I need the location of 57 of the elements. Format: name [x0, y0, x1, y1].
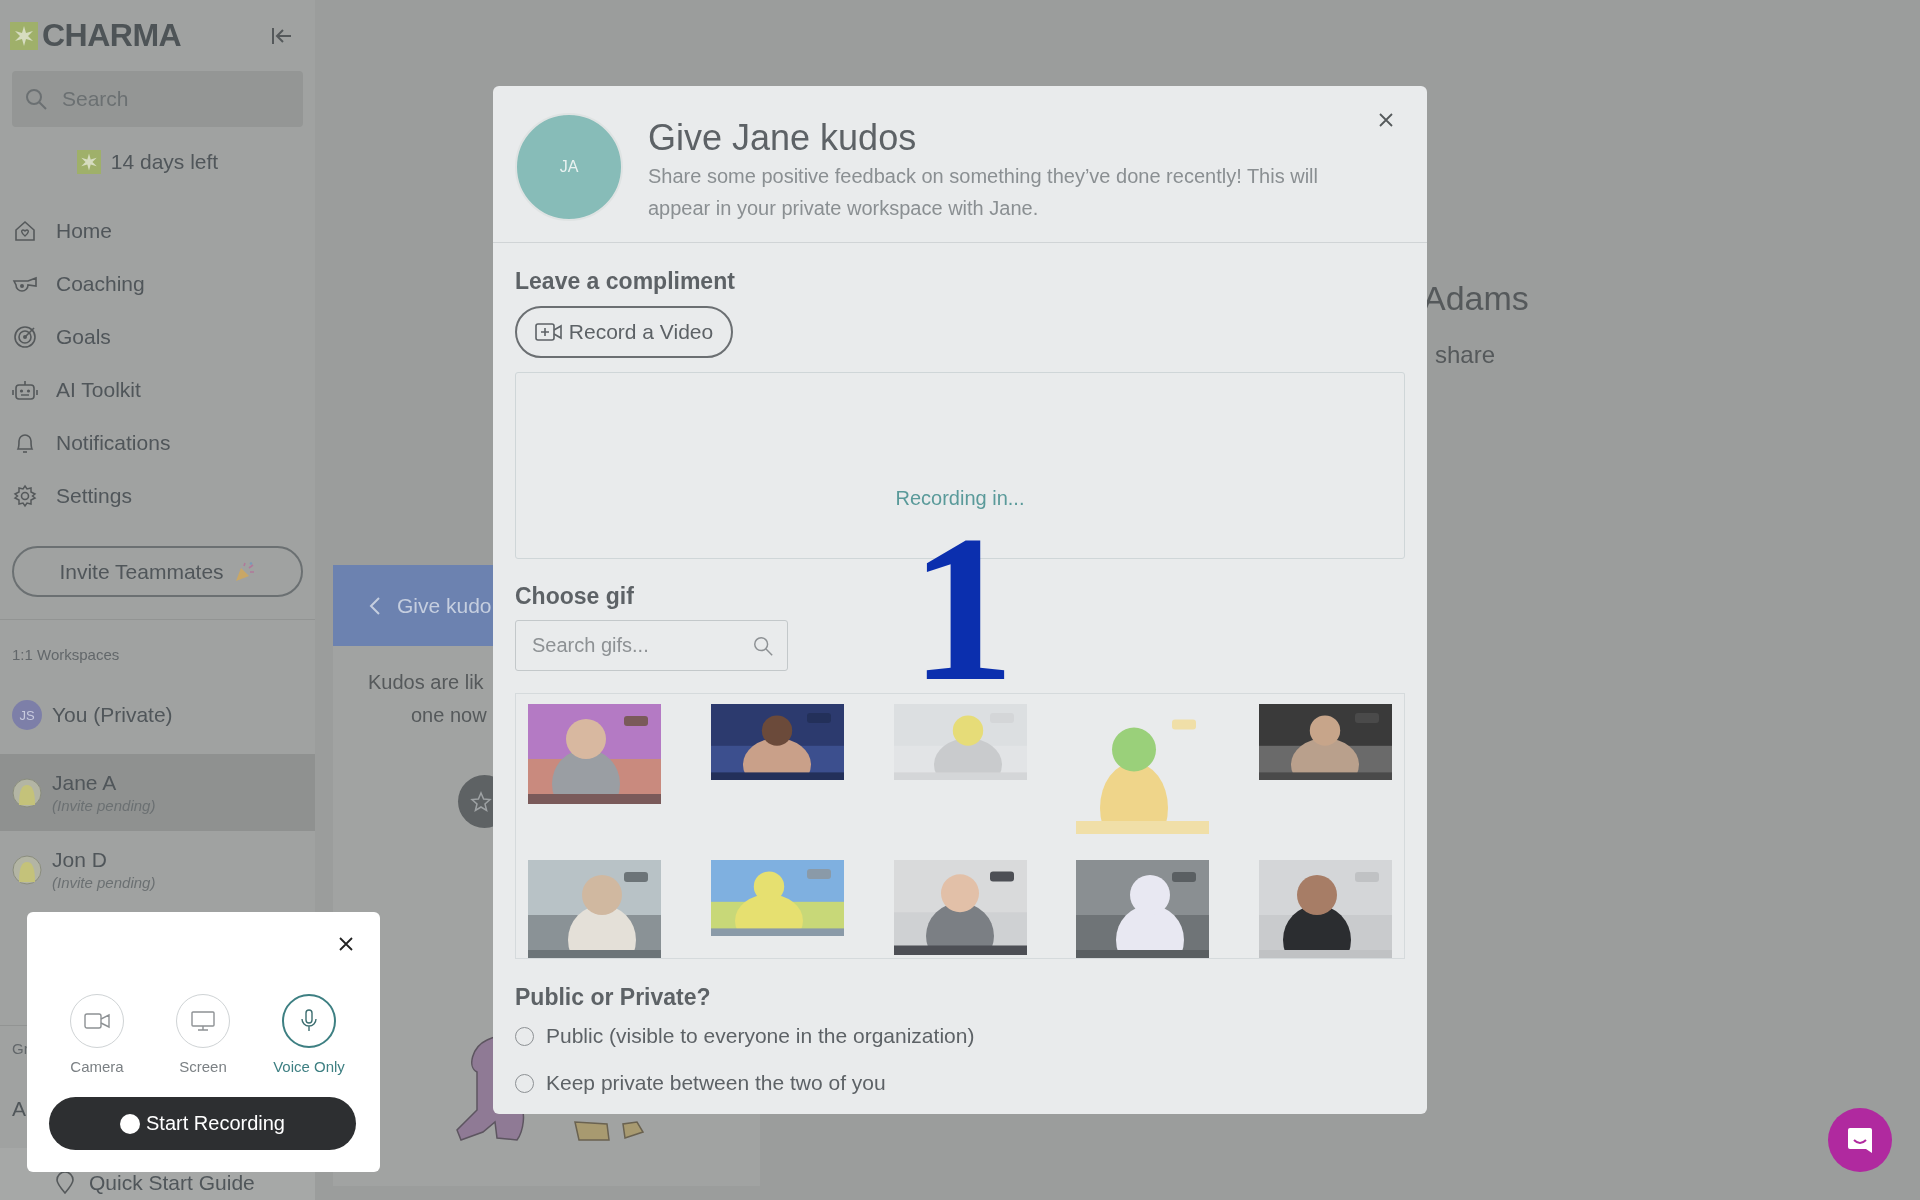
nav-item[interactable]: Goals	[12, 310, 303, 363]
settings-icon	[12, 483, 38, 508]
microphone-icon	[300, 1009, 318, 1033]
avatar-icon	[12, 777, 42, 808]
collapse-icon[interactable]	[271, 25, 293, 46]
home-icon	[12, 218, 38, 243]
page-heading: Adams	[1423, 278, 1530, 319]
page-subheading: share	[1435, 340, 1497, 370]
radio-option[interactable]: Keep private between the two of you	[515, 1068, 886, 1098]
recording-mode-button[interactable]	[282, 994, 336, 1048]
section-label: Leave a compliment	[515, 267, 735, 296]
workspace-item[interactable]: JS You (Private)	[0, 690, 315, 740]
map-pin-icon	[55, 1172, 75, 1194]
section-heading: 1:1 Workspaces	[12, 646, 121, 664]
countdown-number: 1	[910, 535, 1015, 682]
panel-text: Kudos are lik	[368, 670, 484, 695]
nav-item[interactable]: Notifications	[12, 416, 303, 469]
recording-mode-label: Camera	[70, 1058, 124, 1076]
target-icon	[12, 324, 38, 349]
nav-item[interactable]: Settings	[12, 469, 303, 522]
monitor-icon	[191, 1010, 215, 1032]
dialog-description: Share some positive feedback on something they’ve done recently! This will appear in your private workspace with Jane.	[648, 164, 1319, 221]
chat-icon	[1845, 1125, 1875, 1155]
camera-icon	[84, 1012, 110, 1030]
recording-status: Recording in...	[895, 486, 1025, 511]
section-label: Choose gif	[515, 582, 634, 611]
section-label: Public or Private?	[515, 983, 711, 1012]
back-icon[interactable]	[369, 595, 381, 616]
dialog-title: Give Jane kudos	[648, 116, 918, 160]
party-popper-icon	[233, 560, 256, 583]
logo: CHARMA	[42, 17, 182, 54]
panel-title: Give kudo	[397, 593, 492, 618]
avatar: JA	[515, 113, 623, 221]
sidebar-item: A	[12, 1096, 27, 1122]
avatar: JS	[12, 700, 42, 730]
search-icon	[752, 635, 774, 657]
recording-mode-label: Voice Only	[273, 1058, 345, 1076]
nav-item[interactable]: AI Toolkit	[12, 363, 303, 416]
start-recording-button[interactable]: Start Recording	[49, 1097, 356, 1150]
star-icon	[470, 790, 492, 813]
invite-teammates-button[interactable]: Invite Teammates	[12, 546, 303, 597]
logo-icon	[10, 21, 38, 50]
record-video-button[interactable]: Record a Video	[515, 306, 733, 358]
nav-item[interactable]: Coaching	[12, 257, 303, 310]
section-heading: Gr	[12, 1040, 30, 1058]
video-add-icon	[534, 322, 563, 342]
gif-search-field[interactable]: Search gifs...	[515, 620, 788, 671]
search-icon	[24, 87, 48, 111]
close-icon[interactable]	[1378, 112, 1394, 128]
nav-item[interactable]: Home	[12, 204, 303, 257]
trial-days-left: 14 days left	[110, 150, 219, 174]
quick-start-link[interactable]: Quick Start Guide	[55, 1170, 255, 1196]
close-icon[interactable]	[338, 936, 354, 952]
panel-text: one now	[411, 703, 487, 728]
recording-mode-label: Screen	[179, 1058, 227, 1076]
radio-option[interactable]: Public (visible to everyone in the organization)	[515, 1021, 975, 1051]
avatar-icon	[12, 854, 42, 885]
